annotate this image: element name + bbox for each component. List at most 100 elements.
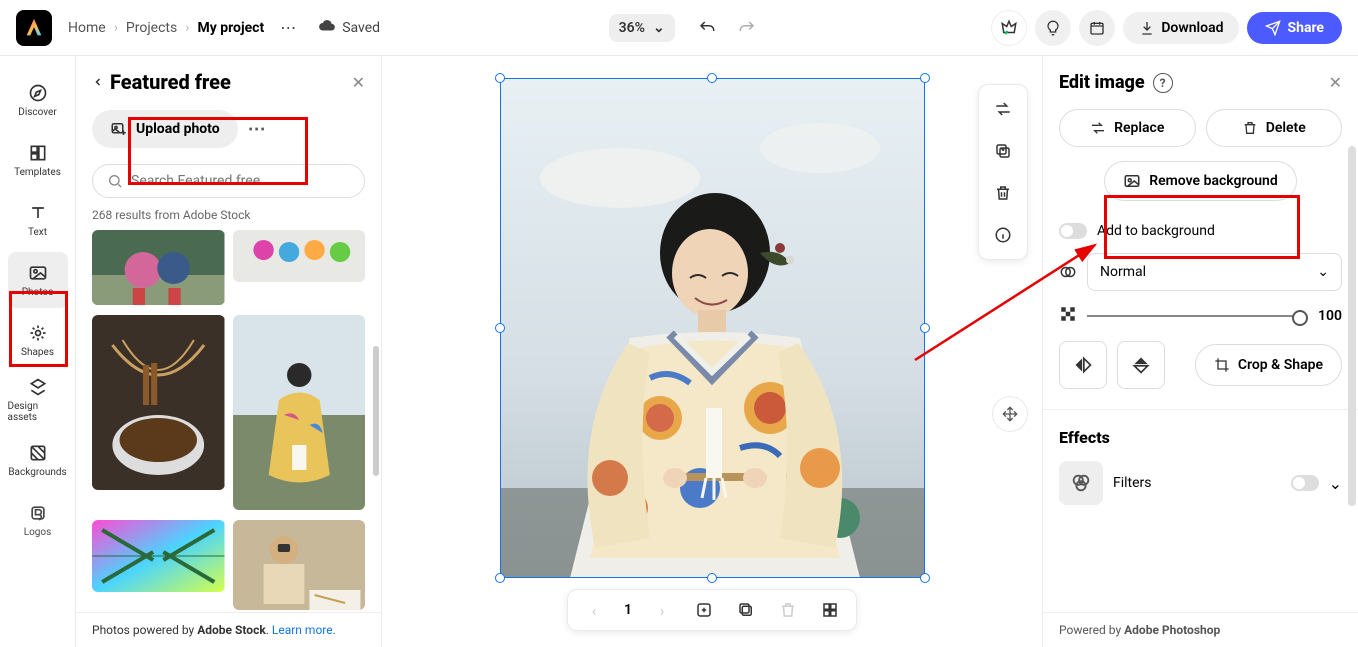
flip-horizontal-button[interactable]: [1059, 341, 1107, 389]
chevron-down-icon[interactable]: ⌄: [1329, 474, 1342, 493]
move-button[interactable]: [992, 396, 1028, 432]
resize-handle-bm[interactable]: [707, 573, 717, 583]
rail-label: Logos: [24, 527, 52, 538]
redo-button[interactable]: [731, 12, 763, 44]
resize-handle-tm[interactable]: [707, 73, 717, 83]
flip-vertical-button[interactable]: [1117, 341, 1165, 389]
replace-label: Replace: [1114, 120, 1164, 136]
close-panel-button[interactable]: ✕: [1329, 73, 1342, 92]
premium-icon[interactable]: [991, 10, 1027, 46]
grid-view-button[interactable]: [818, 598, 842, 622]
crop-shape-button[interactable]: Crop & Shape: [1195, 344, 1342, 386]
resize-handle-ml[interactable]: [495, 323, 505, 333]
upload-photo-button[interactable]: Upload photo: [92, 110, 238, 148]
add-to-background-toggle[interactable]: [1059, 223, 1087, 239]
rail-label: Text: [28, 227, 47, 238]
resize-handle-br[interactable]: [920, 573, 930, 583]
close-panel-button[interactable]: ✕: [352, 73, 365, 92]
stock-photo-thumb[interactable]: [233, 315, 366, 510]
more-icon[interactable]: ⋯: [272, 12, 304, 44]
info-icon[interactable]: [985, 217, 1021, 253]
add-page-button[interactable]: [692, 598, 716, 622]
more-options-button[interactable]: ⋯: [248, 119, 266, 140]
lightbulb-icon[interactable]: [1035, 10, 1071, 46]
replace-button[interactable]: Replace: [1059, 109, 1196, 147]
panel-footer: Powered by Adobe Photoshop: [1043, 612, 1358, 647]
panel-title: Featured free: [110, 70, 346, 94]
share-button[interactable]: Share: [1247, 12, 1342, 44]
download-button[interactable]: Download: [1123, 12, 1239, 44]
rail-photos[interactable]: Photos: [8, 252, 68, 308]
stock-photo-thumb[interactable]: [233, 230, 366, 282]
crumb-projects[interactable]: Projects: [126, 20, 177, 36]
resize-handle-mr[interactable]: [920, 323, 930, 333]
photo-grid: [76, 230, 381, 612]
resize-handle-tr[interactable]: [920, 73, 930, 83]
canvas-selection[interactable]: [500, 78, 925, 578]
saved-label: Saved: [342, 20, 380, 36]
opacity-icon: [1059, 305, 1077, 327]
delete-page-button[interactable]: [776, 598, 800, 622]
zoom-select[interactable]: 36% ⌄: [609, 14, 675, 42]
divider: [1043, 409, 1358, 410]
rail-logos[interactable]: Logos: [8, 492, 68, 548]
panel-footer: Photos powered by Adobe Stock. Learn mor…: [76, 612, 381, 647]
prev-page-button[interactable]: ‹: [582, 598, 606, 622]
app-logo[interactable]: [16, 10, 52, 46]
resize-handle-bl[interactable]: [495, 573, 505, 583]
breadcrumb: Home › Projects › My project: [68, 20, 264, 36]
rail-shapes[interactable]: Shapes: [8, 312, 68, 368]
search-input[interactable]: [131, 173, 350, 189]
stock-photo-thumb[interactable]: [92, 230, 225, 305]
delete-icon[interactable]: [985, 175, 1021, 211]
stock-photo-thumb[interactable]: [92, 520, 225, 592]
learn-more-link[interactable]: Learn more.: [272, 623, 336, 637]
scrollbar[interactable]: [1348, 146, 1356, 506]
left-rail: Discover Templates Text Photos Shapes De…: [0, 56, 76, 647]
stock-photo-thumb[interactable]: [233, 520, 366, 610]
chevron-right-icon: ›: [185, 20, 189, 36]
stock-photo-thumb[interactable]: [92, 315, 225, 490]
chevron-down-icon: ⌄: [1317, 264, 1329, 280]
back-button[interactable]: [92, 73, 104, 92]
remove-background-button[interactable]: Remove background: [1104, 161, 1297, 201]
page-navigator: ‹ 1 ›: [567, 589, 857, 631]
crumb-home[interactable]: Home: [68, 20, 106, 36]
rail-backgrounds[interactable]: Backgrounds: [8, 432, 68, 488]
photos-panel: Featured free ✕ Upload photo ⋯ 268 resul…: [76, 56, 382, 647]
edit-image-panel: Edit image ? ✕ Replace Delete Remove bac…: [1042, 56, 1358, 647]
resize-handle-tl[interactable]: [495, 73, 505, 83]
canvas[interactable]: ‹ 1 ›: [382, 56, 1042, 647]
help-icon[interactable]: ?: [1153, 73, 1173, 93]
rail-design-assets[interactable]: Design assets: [8, 372, 68, 428]
rail-label: Design assets: [8, 401, 68, 423]
results-count: 268 results from Adobe Stock: [76, 208, 381, 230]
opacity-slider[interactable]: [1087, 315, 1302, 317]
panel-title: Edit image: [1059, 72, 1145, 93]
rail-templates[interactable]: Templates: [8, 132, 68, 188]
swap-icon[interactable]: [985, 91, 1021, 127]
search-icon: [107, 173, 123, 189]
calendar-icon[interactable]: [1079, 10, 1115, 46]
duplicate-icon[interactable]: [985, 133, 1021, 169]
blend-mode-select[interactable]: Normal ⌄: [1087, 253, 1342, 291]
selection-outline: [500, 78, 925, 578]
next-page-button[interactable]: ›: [650, 598, 674, 622]
rail-text[interactable]: Text: [8, 192, 68, 248]
search-input-wrapper[interactable]: [92, 164, 365, 198]
duplicate-page-button[interactable]: [734, 598, 758, 622]
upload-label: Upload photo: [136, 121, 220, 137]
filters-icon: [1059, 461, 1103, 505]
crop-shape-label: Crop & Shape: [1238, 357, 1323, 373]
scrollbar[interactable]: [373, 346, 379, 476]
download-label: Download: [1161, 20, 1223, 36]
delete-label: Delete: [1266, 120, 1306, 136]
filters-toggle[interactable]: [1291, 475, 1319, 491]
delete-button[interactable]: Delete: [1206, 109, 1343, 147]
rail-label: Templates: [14, 167, 61, 178]
effects-heading: Effects: [1059, 428, 1342, 447]
rail-discover[interactable]: Discover: [8, 72, 68, 128]
undo-button[interactable]: [691, 12, 723, 44]
blend-mode-value: Normal: [1100, 264, 1146, 280]
crumb-current[interactable]: My project: [197, 20, 264, 36]
